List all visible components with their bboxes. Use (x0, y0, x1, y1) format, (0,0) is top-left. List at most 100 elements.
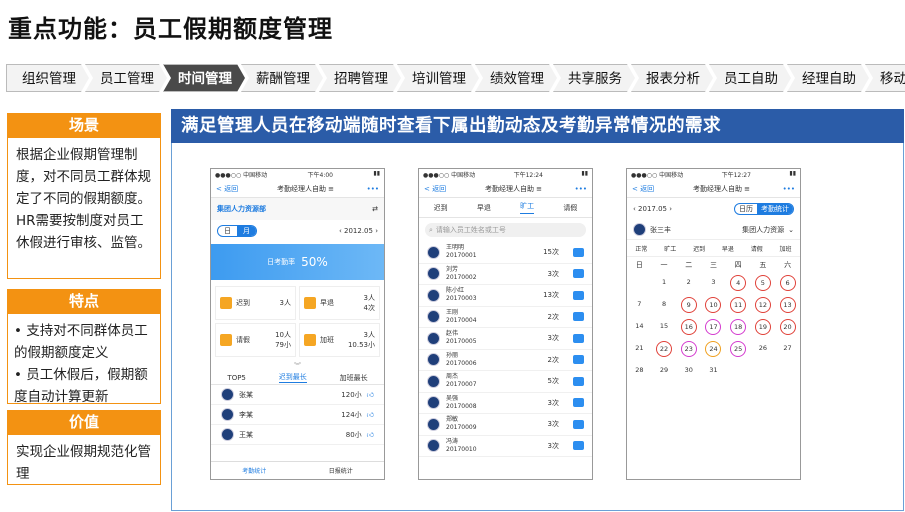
chat-icon[interactable] (573, 376, 584, 386)
calendar-day[interactable]: 24 (705, 341, 722, 357)
calendar-day[interactable]: 5 (754, 275, 771, 291)
org-name[interactable]: 集团人力资源部 (217, 204, 266, 214)
more-icon[interactable]: ••• (775, 185, 795, 193)
nav-tab[interactable]: 共享服务 (553, 64, 635, 92)
toggle-month[interactable]: 月 (237, 226, 256, 236)
category-tab[interactable]: 早退 (477, 203, 491, 213)
calendar-day[interactable]: 12 (754, 297, 771, 313)
next-icon[interactable]: › (375, 227, 378, 235)
chat-icon[interactable] (573, 419, 584, 429)
calendar-day[interactable]: 1 (656, 275, 672, 291)
category-tab[interactable]: 迟到 (434, 203, 448, 213)
rank-row[interactable]: 张某 120小 👍︎ (211, 385, 384, 405)
chat-icon[interactable] (573, 333, 584, 343)
toggle-day[interactable]: 日 (218, 226, 237, 236)
calendar-day[interactable]: 10 (705, 297, 722, 313)
calendar-day[interactable]: 16 (680, 319, 697, 335)
back-button[interactable]: < 返回 (632, 184, 668, 194)
calendar-day[interactable]: 11 (730, 297, 747, 313)
calendar-day[interactable]: 14 (631, 319, 647, 335)
stat-card[interactable]: 加班 3人 10.53小 (299, 323, 380, 357)
stat-card[interactable]: 迟到 3人 (215, 286, 296, 320)
calendar-day[interactable]: 27 (780, 341, 796, 357)
calendar-day[interactable]: 28 (631, 363, 647, 379)
chat-icon[interactable] (573, 247, 584, 257)
list-item[interactable]: 王刚 20170004 2次 (419, 307, 592, 328)
expand-icon[interactable]: ︾ (211, 361, 384, 371)
mode-calendar[interactable]: 日历 (735, 204, 757, 214)
chevron-down-icon[interactable]: ⌄ (788, 226, 794, 234)
more-icon[interactable]: ••• (567, 185, 587, 193)
calendar-day[interactable]: 7 (631, 297, 647, 313)
prev-icon[interactable]: ‹ (633, 205, 636, 213)
nav-tab[interactable]: 员工管理 (85, 64, 167, 92)
calendar-day[interactable]: 25 (730, 341, 747, 357)
nav-tab[interactable]: 培训管理 (397, 64, 479, 92)
prev-icon[interactable]: ‹ (339, 227, 342, 235)
more-icon[interactable]: ••• (359, 185, 379, 193)
nav-tab[interactable]: 经理自助 (787, 64, 869, 92)
calendar-day[interactable]: 17 (705, 319, 722, 335)
thumb-icon[interactable]: 👍︎ (367, 390, 374, 399)
next-icon[interactable]: › (669, 205, 672, 213)
list-item[interactable]: 冯涛 20170010 3次 (419, 436, 592, 457)
calendar-day[interactable]: 26 (755, 341, 771, 357)
calendar-day[interactable]: 2 (681, 275, 697, 291)
list-item[interactable]: 王明明 20170001 15次 (419, 242, 592, 264)
thumb-icon[interactable]: 👍︎ (367, 430, 374, 439)
calendar-day[interactable]: 15 (656, 319, 672, 335)
list-item[interactable]: 赵伟 20170005 3次 (419, 328, 592, 350)
calendar-day[interactable]: 21 (631, 341, 647, 357)
chat-icon[interactable] (573, 355, 584, 365)
chat-icon[interactable] (573, 269, 584, 279)
calendar-day[interactable]: 22 (656, 341, 673, 357)
chat-icon[interactable] (573, 312, 584, 322)
list-item[interactable]: 郑敏 20170009 3次 (419, 414, 592, 436)
nav-tab[interactable]: 组织管理 (6, 64, 89, 92)
rank-row[interactable]: 李某 124小 👍︎ (211, 405, 384, 425)
mode-stats[interactable]: 考勤统计 (757, 204, 793, 214)
rank-row[interactable]: 王某 80小 👍︎ (211, 425, 384, 445)
tab-overtime-longest[interactable]: 加班最长 (340, 373, 368, 383)
calendar-day[interactable]: 30 (681, 363, 697, 379)
nav-tab[interactable]: 时间管理 (163, 64, 245, 92)
calendar-day[interactable]: 9 (680, 297, 697, 313)
tab-top5[interactable]: TOP5 (227, 374, 245, 382)
nav-tab[interactable]: 员工自助 (709, 64, 791, 92)
chat-icon[interactable] (573, 398, 584, 408)
nav-tab[interactable]: 绩效管理 (475, 64, 557, 92)
search-input[interactable]: ⌕ 请输入员工姓名或工号 (425, 223, 586, 237)
calendar-day[interactable]: 13 (779, 297, 796, 313)
list-item[interactable]: 陈小红 20170003 13次 (419, 285, 592, 307)
stat-card[interactable]: 请假 10人 79小 (215, 323, 296, 357)
chat-icon[interactable] (573, 441, 584, 451)
nav-tab[interactable]: 移动应用 (865, 64, 905, 92)
bottom-tab-daily[interactable]: 日报统计 (329, 466, 353, 475)
thumb-icon[interactable]: 👍︎ (367, 410, 374, 419)
list-item[interactable]: 孙丽 20170006 2次 (419, 350, 592, 371)
back-button[interactable]: < 返回 (216, 184, 252, 194)
nav-tab[interactable]: 薪酬管理 (241, 64, 323, 92)
calendar-day[interactable]: 4 (730, 275, 747, 291)
category-tab[interactable]: 旷工 (520, 201, 535, 214)
chat-icon[interactable] (573, 290, 584, 300)
list-item[interactable]: 周杰 20170007 5次 (419, 371, 592, 393)
calendar-day[interactable]: 8 (656, 297, 672, 313)
nav-tab[interactable]: 报表分析 (631, 64, 713, 92)
switch-icon[interactable]: ⇄ (372, 205, 378, 213)
calendar-day[interactable]: 23 (680, 341, 697, 357)
back-button[interactable]: < 返回 (424, 184, 460, 194)
stat-card[interactable]: 早退 3人 4次 (299, 286, 380, 320)
list-item[interactable]: 吴强 20170008 3次 (419, 393, 592, 414)
calendar-day[interactable]: 18 (730, 319, 747, 335)
calendar-day[interactable]: 20 (779, 319, 796, 335)
calendar-day[interactable]: 3 (705, 275, 721, 291)
calendar-day[interactable]: 6 (779, 275, 796, 291)
nav-tab[interactable]: 招聘管理 (319, 64, 401, 92)
calendar-day[interactable]: 19 (754, 319, 771, 335)
list-item[interactable]: 刘芳 20170002 3次 (419, 264, 592, 285)
tab-late-longest[interactable]: 迟到最长 (278, 372, 307, 383)
calendar-day[interactable]: 31 (705, 363, 721, 379)
bottom-tab-stats[interactable]: 考勤统计 (242, 466, 266, 475)
calendar-day[interactable]: 29 (656, 363, 672, 379)
